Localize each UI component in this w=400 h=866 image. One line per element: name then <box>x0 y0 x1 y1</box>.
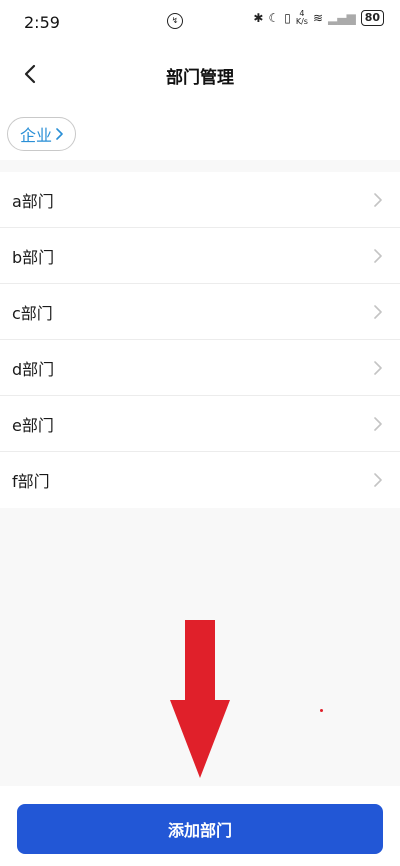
bluetooth-icon: ✱ <box>253 11 264 25</box>
net-speed: 4 K/s <box>296 10 308 26</box>
signal-icon: ▂▄▆ <box>328 11 356 25</box>
page-title: 部门管理 <box>166 68 234 88</box>
department-name: a部门 <box>12 191 54 211</box>
chevron-right-icon <box>374 360 382 375</box>
notification-icon: ↯ <box>167 13 183 29</box>
list-item[interactable]: a部门 <box>0 172 400 228</box>
chevron-right-icon <box>374 248 382 263</box>
net-speed-unit: K/s <box>295 17 308 26</box>
department-name: e部门 <box>12 415 54 435</box>
chevron-right-icon <box>56 128 63 140</box>
battery-indicator: 80 <box>360 10 384 26</box>
bottom-action-bar: 添加部门 <box>0 786 400 866</box>
annotation-dot <box>320 709 323 712</box>
status-time: 2:59 <box>24 12 60 32</box>
status-bar: 2:59 ↯ ✱ ☾ ▯ 4 K/s ≋ ▂▄▆ 80 <box>0 0 400 44</box>
list-item[interactable]: b部门 <box>0 228 400 284</box>
status-icons: ✱ ☾ ▯ 4 K/s ≋ ▂▄▆ 80 <box>253 10 384 26</box>
list-item[interactable]: f部门 <box>0 452 400 508</box>
chevron-right-icon <box>374 473 382 487</box>
wifi-icon: ≋ <box>312 11 323 25</box>
department-name: f部门 <box>12 472 50 491</box>
breadcrumb-label: 企业 <box>19 126 52 145</box>
breadcrumb-item-enterprise[interactable]: 企业 <box>7 117 76 151</box>
chevron-right-icon <box>374 304 382 319</box>
department-name: d部门 <box>12 359 55 379</box>
chevron-right-icon <box>374 416 382 431</box>
list-item[interactable]: e部门 <box>0 396 400 452</box>
department-list: a部门 b部门 c部门 d部门 e部门 f部门 <box>0 172 400 508</box>
breadcrumb: 企业 <box>0 104 400 160</box>
department-name: b部门 <box>12 247 55 267</box>
moon-icon: ☾ <box>268 11 280 25</box>
list-item[interactable]: d部门 <box>0 340 400 396</box>
arrow-down-icon <box>170 620 230 778</box>
add-department-button[interactable]: 添加部门 <box>17 804 383 854</box>
nav-bar: 部门管理 <box>0 44 400 104</box>
department-name: c部门 <box>12 303 53 323</box>
vibrate-icon: ▯ <box>284 11 291 25</box>
list-item[interactable]: c部门 <box>0 284 400 340</box>
chevron-right-icon <box>374 192 382 207</box>
